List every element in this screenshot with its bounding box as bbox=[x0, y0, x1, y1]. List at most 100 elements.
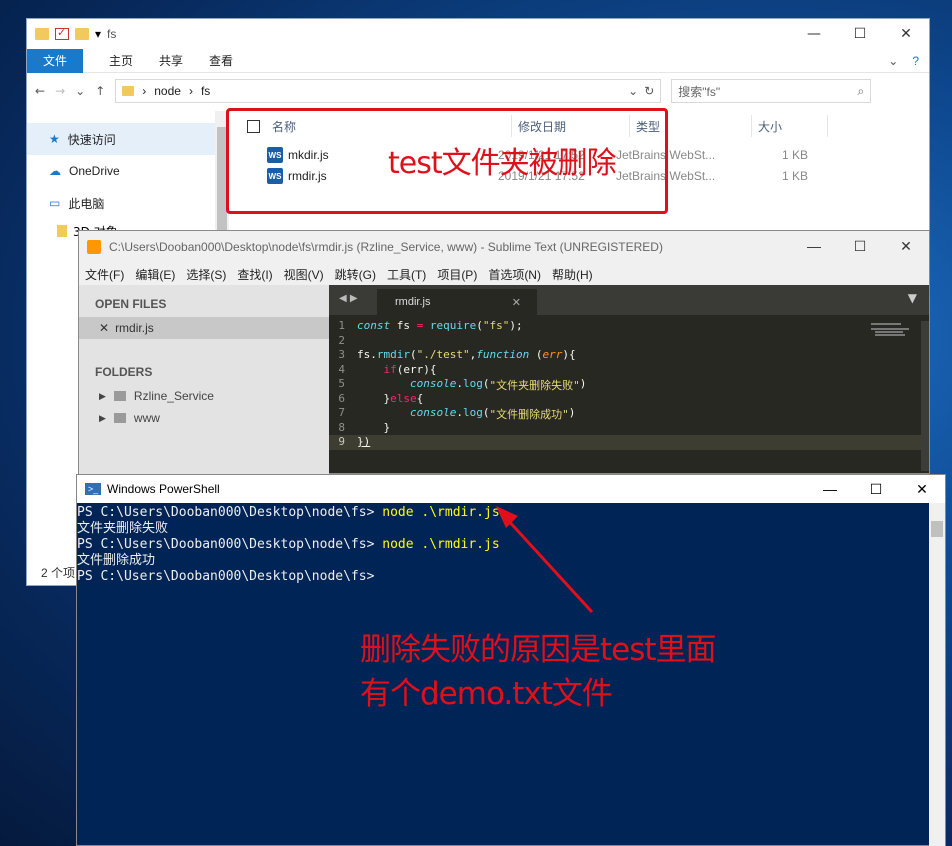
scroll-thumb[interactable] bbox=[931, 521, 943, 537]
properties-icon[interactable] bbox=[55, 26, 69, 40]
search-placeholder: 搜索"fs" bbox=[678, 84, 721, 99]
dropdown-icon[interactable]: ⌄ bbox=[628, 84, 638, 98]
breadcrumb-node[interactable]: node bbox=[154, 84, 181, 98]
status-bar: 2 个项 bbox=[41, 566, 76, 580]
console-scrollbar[interactable] bbox=[929, 503, 945, 846]
back-icon[interactable]: ← bbox=[35, 84, 45, 98]
recent-icon[interactable]: ⌄ bbox=[75, 84, 85, 98]
nav-quick-access[interactable]: ★ 快速访问 bbox=[27, 123, 215, 155]
menu-file[interactable]: 文件(F) bbox=[85, 266, 124, 283]
ribbon: 文件 主页 共享 查看 ⌄ ? bbox=[27, 48, 929, 73]
folder-icon bbox=[113, 413, 126, 423]
sublime-menu-bar: 文件(F) 编辑(E) 选择(S) 查找(I) 视图(V) 跳转(G) 工具(T… bbox=[79, 263, 929, 285]
chevron-icon: › bbox=[142, 84, 147, 98]
minimize-button[interactable]: — bbox=[791, 19, 837, 49]
refresh-icon[interactable]: ↻ bbox=[644, 84, 654, 98]
address-row: ← → ⌄ ↑ › node › fs ⌄ ↻ 搜索"fs" ⌕ bbox=[27, 73, 929, 109]
maximize-button[interactable]: ☐ bbox=[837, 19, 883, 49]
menu-preferences[interactable]: 首选项(N) bbox=[488, 266, 541, 283]
powershell-title-bar: >_ Windows PowerShell — ☐ ✕ bbox=[77, 475, 945, 503]
sublime-sidebar: OPEN FILES ✕ rmdir.js FOLDERS ▶ Rzline_S… bbox=[79, 285, 329, 475]
expand-arrow-icon[interactable]: ▶ bbox=[99, 413, 106, 424]
console-line: 文件夹删除失败 bbox=[77, 521, 169, 536]
file-size: 1 KB bbox=[781, 169, 808, 183]
folder-icon bbox=[113, 391, 126, 401]
menu-help[interactable]: 帮助(H) bbox=[552, 266, 593, 283]
folder-label: Rzline_Service bbox=[133, 389, 214, 403]
folder-item[interactable]: ▶ www bbox=[79, 407, 329, 429]
console-line: PS C:\Users\Dooban000\Desktop\node\fs> bbox=[77, 569, 383, 584]
tab-file[interactable]: 文件 bbox=[27, 48, 83, 73]
annotation-text-top: test文件夹被删除 bbox=[388, 146, 617, 181]
expand-arrow-icon[interactable]: ▶ bbox=[99, 391, 106, 402]
sublime-title-bar: C:\Users\Dooban000\Desktop\node\fs\rmdir… bbox=[79, 231, 929, 263]
maximize-button[interactable]: ☐ bbox=[853, 481, 899, 498]
line-number: 1 bbox=[338, 319, 345, 332]
tab-home[interactable]: 主页 bbox=[109, 52, 133, 69]
console-line: 文件删除成功 bbox=[77, 553, 156, 568]
tab-nav-arrows-icon[interactable]: ◀ ▶ bbox=[339, 293, 358, 304]
expand-ribbon-icon[interactable]: ⌄ bbox=[888, 54, 898, 68]
nav-this-pc[interactable]: ▭ 此电脑 bbox=[27, 187, 215, 219]
qa-dropdown-icon[interactable]: ▾ bbox=[95, 27, 101, 41]
tab-dropdown-icon[interactable]: ▼ bbox=[908, 291, 917, 305]
close-button[interactable]: ✕ bbox=[883, 231, 929, 261]
menu-tools[interactable]: 工具(T) bbox=[387, 266, 426, 283]
console-output[interactable]: PS C:\Users\Dooban000\Desktop\node\fs> n… bbox=[77, 503, 945, 585]
up-icon[interactable]: ↑ bbox=[95, 84, 105, 98]
menu-selection[interactable]: 选择(S) bbox=[186, 266, 226, 283]
minimize-button[interactable]: — bbox=[807, 481, 853, 498]
folders-header: FOLDERS bbox=[95, 365, 153, 379]
menu-goto[interactable]: 跳转(G) bbox=[335, 266, 376, 283]
nav-onedrive[interactable]: ☁ OneDrive bbox=[27, 155, 215, 187]
cloud-icon: ☁ bbox=[49, 164, 61, 178]
menu-view[interactable]: 视图(V) bbox=[284, 266, 324, 283]
new-folder-icon[interactable] bbox=[75, 28, 89, 40]
help-icon[interactable]: ? bbox=[912, 54, 919, 68]
sublime-title: C:\Users\Dooban000\Desktop\node\fs\rmdir… bbox=[109, 240, 663, 254]
line-number: 9 bbox=[338, 435, 345, 448]
close-button[interactable]: ✕ bbox=[899, 481, 945, 498]
menu-edit[interactable]: 编辑(E) bbox=[135, 266, 175, 283]
minimap[interactable] bbox=[869, 321, 919, 341]
close-icon[interactable]: ✕ bbox=[99, 321, 109, 335]
search-icon: ⌕ bbox=[857, 83, 865, 98]
folder-label: www bbox=[133, 411, 160, 425]
open-file-item[interactable]: ✕ rmdir.js bbox=[79, 317, 329, 339]
line-number: 3 bbox=[338, 348, 345, 361]
star-icon: ★ bbox=[49, 132, 60, 146]
sublime-logo-icon bbox=[87, 240, 101, 254]
annotation-line: 删除失败的原因是test里面 bbox=[360, 632, 717, 668]
minimize-button[interactable]: — bbox=[791, 231, 837, 261]
tab-bar: ◀ ▶ rmdir.js ✕ ▼ bbox=[329, 285, 929, 315]
folder-item[interactable]: ▶ Rzline_Service bbox=[79, 385, 329, 407]
close-tab-icon[interactable]: ✕ bbox=[512, 296, 521, 309]
code-editor[interactable]: ◀ ▶ rmdir.js ✕ ▼ 1 const fs = require("fs… bbox=[329, 285, 929, 473]
console-line: PS C:\Users\Dooban000\Desktop\node\fs> n… bbox=[77, 537, 500, 552]
menu-project[interactable]: 项目(P) bbox=[437, 266, 477, 283]
explorer-title-bar: ▾ fs — ☐ ✕ bbox=[27, 19, 929, 49]
address-bar[interactable]: › node › fs ⌄ ↻ bbox=[115, 79, 662, 103]
close-button[interactable]: ✕ bbox=[883, 19, 929, 49]
folder-icon bbox=[122, 86, 135, 96]
powershell-title: Windows PowerShell bbox=[107, 482, 220, 496]
line-number: 4 bbox=[338, 362, 345, 376]
powershell-icon: >_ bbox=[85, 483, 101, 495]
breadcrumb-fs[interactable]: fs bbox=[201, 84, 210, 98]
col-size[interactable]: 大小 bbox=[752, 115, 828, 137]
folder-icon bbox=[35, 28, 49, 40]
search-input[interactable]: 搜索"fs" ⌕ bbox=[671, 79, 872, 103]
menu-find[interactable]: 查找(I) bbox=[237, 266, 272, 283]
maximize-button[interactable]: ☐ bbox=[837, 231, 883, 261]
editor-tab[interactable]: rmdir.js ✕ bbox=[377, 289, 537, 315]
code-lines: 1 const fs = require("fs"); 2 3 fs. rmdir("… bbox=[329, 315, 929, 450]
line-number: 5 bbox=[338, 377, 345, 390]
tab-view[interactable]: 查看 bbox=[209, 52, 233, 69]
console-line: PS C:\Users\Dooban000\Desktop\node\fs> n… bbox=[77, 505, 500, 520]
folder-icon bbox=[57, 225, 67, 237]
editor-scrollbar[interactable] bbox=[921, 321, 929, 471]
line-number: 8 bbox=[338, 420, 345, 434]
tab-share[interactable]: 共享 bbox=[159, 52, 183, 69]
annotation-line: 有个demo.txt文件 bbox=[360, 676, 613, 712]
forward-icon[interactable]: → bbox=[55, 84, 65, 98]
